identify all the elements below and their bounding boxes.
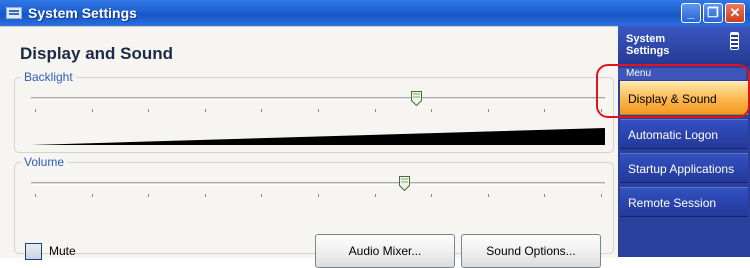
mute-checkbox[interactable] [25,243,42,260]
sound-options-button[interactable]: Sound Options... [461,234,601,268]
close-button[interactable]: ✕ [725,3,745,23]
slider-tick [148,194,150,197]
minimize-button[interactable]: _ [681,3,701,23]
side-title: System Settings [626,33,670,57]
menu-item-remote-session[interactable]: Remote Session [620,187,748,217]
backlight-level-wedge [31,128,605,145]
slider-tick [35,194,36,197]
slider-tick [318,109,319,112]
slider-tick [601,194,602,197]
slider-tick [374,194,376,197]
battery-icon [730,32,739,50]
side-header: System Settings [618,26,750,66]
volume-group: Volume Mute Audio Mixer... Sound Options… [14,155,614,268]
app-icon [6,7,22,19]
slider-tick [35,109,36,112]
window-title: System Settings [28,5,137,21]
slider-tick [204,109,206,112]
title-bar: System Settings _ ❐ ✕ [0,0,750,26]
slider-tick [91,194,93,197]
slider-tick [204,194,206,197]
backlight-label: Backlight [21,70,76,84]
slider-tick [431,194,433,197]
backlight-slider-thumb[interactable] [410,91,422,106]
volume-label: Volume [21,155,68,169]
highlight-annotation [596,64,750,118]
slider-tick [544,194,546,197]
slider-tick [148,109,150,112]
page-title: Display and Sound [20,44,174,63]
slider-tick [261,194,263,197]
backlight-slider-track[interactable] [31,97,605,100]
slider-tick [544,109,546,112]
volume-slider-track[interactable] [31,182,605,185]
menu-item-automatic-logon[interactable]: Automatic Logon [620,119,748,149]
slider-tick [487,194,489,197]
slider-tick [487,109,489,112]
slider-tick [91,109,93,112]
slider-tick [431,109,433,112]
volume-slider-thumb[interactable] [399,176,411,191]
main-panel: Display and Sound Backlight Volume Mute … [0,26,618,268]
menu-item-startup-applications[interactable]: Startup Applications [620,153,748,183]
mute-label: Mute [49,244,76,258]
side-panel: System Settings Menu Display & Sound Aut… [618,26,750,257]
slider-tick [261,109,263,112]
audio-mixer-button[interactable]: Audio Mixer... [315,234,455,268]
backlight-group: Backlight [14,70,614,153]
restore-button[interactable]: ❐ [703,3,723,23]
slider-tick [374,109,376,112]
slider-tick [318,194,319,197]
